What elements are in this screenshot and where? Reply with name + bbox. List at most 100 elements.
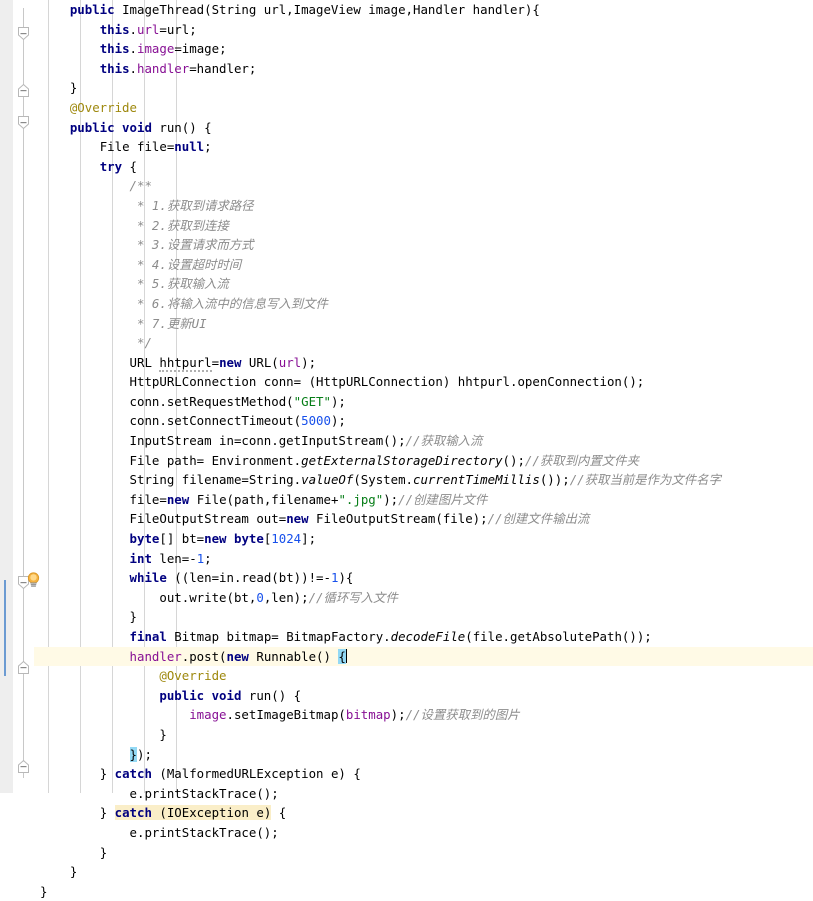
comment-token: * 3.设置请求而方式 [129,237,254,253]
editor-gutter[interactable] [0,0,14,793]
code-line[interactable]: public ImageThread(String url,ImageView … [34,0,813,20]
code-line[interactable]: }); [34,745,813,765]
code-line[interactable]: image.setImageBitmap(bitmap);//设置获取到的图片 [34,705,813,725]
number-token: 0 [256,589,264,605]
code-line[interactable]: this.image=image; [34,39,813,59]
change-marker-bar[interactable] [4,580,6,676]
code-token: .setImageBitmap( [226,707,346,723]
comment-token: //创建图片文件 [398,491,488,507]
field-token: url [278,354,302,370]
code-editor[interactable]: public ImageThread(String url,ImageView … [0,0,813,899]
code-line[interactable]: FileOutputStream out=new FileOutputStrea… [34,509,813,529]
code-line[interactable]: HttpURLConnection conn= (HttpURLConnecti… [34,372,813,392]
fold-collapse-up-icon[interactable] [16,660,31,675]
code-line[interactable]: @Override [34,666,813,686]
keyword-token: public void [159,687,249,703]
fold-collapse-up-icon[interactable] [16,759,31,774]
comment-token: * 7.更新UI [129,315,207,331]
code-line[interactable]: int len=-1; [34,549,813,569]
code-line[interactable]: } catch (IOException e) { [34,803,813,823]
code-line[interactable]: file=new File(path,filename+".jpg");//创建… [34,490,813,510]
code-line[interactable]: * 4.设置超时时间 [34,255,813,275]
comment-token: * 4.设置超时时间 [129,256,242,272]
code-token: (file.getAbsolutePath()); [465,629,652,644]
code-line[interactable]: handler.post(new Runnable() { [34,646,813,667]
code-line[interactable]: * 3.设置请求而方式 [34,235,813,255]
code-line[interactable]: public void run() { [34,686,813,706]
code-line[interactable]: try { [34,157,813,177]
code-line[interactable]: e.printStackTrace(); [34,784,813,804]
code-token: Bitmap bitmap= BitmapFactory. [174,629,391,644]
code-token: (IOException e) [151,805,272,821]
fold-collapse-down-icon[interactable] [16,26,31,41]
code-line[interactable]: * 6.将输入流中的信息写入到文件 [34,294,813,314]
comment-token: //设置获取到的图片 [405,707,520,723]
code-line[interactable]: * 5.获取输入流 [34,274,813,294]
code-line[interactable]: final Bitmap bitmap= BitmapFactory.decod… [34,627,813,647]
code-line[interactable]: File path= Environment.getExternalStorag… [34,451,813,471]
code-line[interactable]: } [34,843,813,863]
field-token: handler [137,60,190,76]
code-line[interactable]: public void run() { [34,118,813,138]
code-line[interactable]: * 1.获取到请求路径 [34,196,813,216]
code-line[interactable]: @Override [34,98,813,118]
code-line[interactable]: } [34,862,813,882]
static-method-token: getExternalStorageDirectory [301,452,503,468]
field-token: image [189,707,227,723]
code-token: ); [330,393,346,409]
code-line[interactable]: URL hhtpurl=new URL(url); [34,353,813,373]
code-token: ImageThread(String url,ImageView image,H… [122,2,540,17]
code-token: e.printStackTrace(); [129,824,279,840]
code-token: ); [383,491,399,507]
fold-collapse-down-icon[interactable] [16,115,31,130]
code-token: (); [502,452,525,468]
code-surface[interactable]: public ImageThread(String url,ImageView … [34,0,813,899]
code-token: InputStream in=conn.getInputStream(); [129,433,406,449]
code-line[interactable]: } [34,607,813,627]
comment-token: //创建文件输出流 [487,511,590,527]
code-line[interactable]: /** [34,176,813,196]
code-line[interactable]: conn.setConnectTimeout(5000); [34,411,813,431]
code-line[interactable]: } [34,725,813,745]
keyword-token: new [226,648,257,664]
code-line[interactable]: * 2.获取到连接 [34,216,813,236]
code-line[interactable]: */ [34,333,813,353]
code-line[interactable]: while ((len=in.read(bt))!=-1){ [34,568,813,588]
keyword-token: catch [114,766,152,782]
code-token: } [40,883,48,899]
comment-token: * 2.获取到连接 [129,217,229,233]
code-token: File file= [99,139,175,155]
code-line[interactable]: File file=null; [34,137,813,157]
code-line[interactable]: this.handler=handler; [34,59,813,79]
code-line[interactable]: * 7.更新UI [34,314,813,334]
fold-collapse-up-icon[interactable] [16,83,31,98]
keyword-token: new [286,511,317,527]
code-line[interactable]: out.write(bt,0,len);//循环写入文件 [34,588,813,608]
code-token: file= [129,491,167,507]
code-line[interactable]: } [34,78,813,98]
comment-token: * 1.获取到请求路径 [129,197,254,213]
code-token: } [99,844,108,860]
code-line[interactable]: } catch (MalformedURLException e) { [34,764,813,784]
code-line[interactable]: conn.setRequestMethod("GET"); [34,392,813,412]
code-token: } [69,864,78,880]
code-line[interactable]: e.printStackTrace(); [34,823,813,843]
code-line[interactable]: byte[] bt=new byte[1024]; [34,529,813,549]
code-line[interactable]: this.url=url; [34,20,813,40]
code-line[interactable]: } [34,882,813,901]
keyword-token: null [174,139,205,155]
code-line[interactable]: String filename=String.valueOf(System.cu… [34,470,813,490]
code-line[interactable]: InputStream in=conn.getInputStream();//获… [34,431,813,451]
code-token: File(path,filename+ [196,491,339,507]
